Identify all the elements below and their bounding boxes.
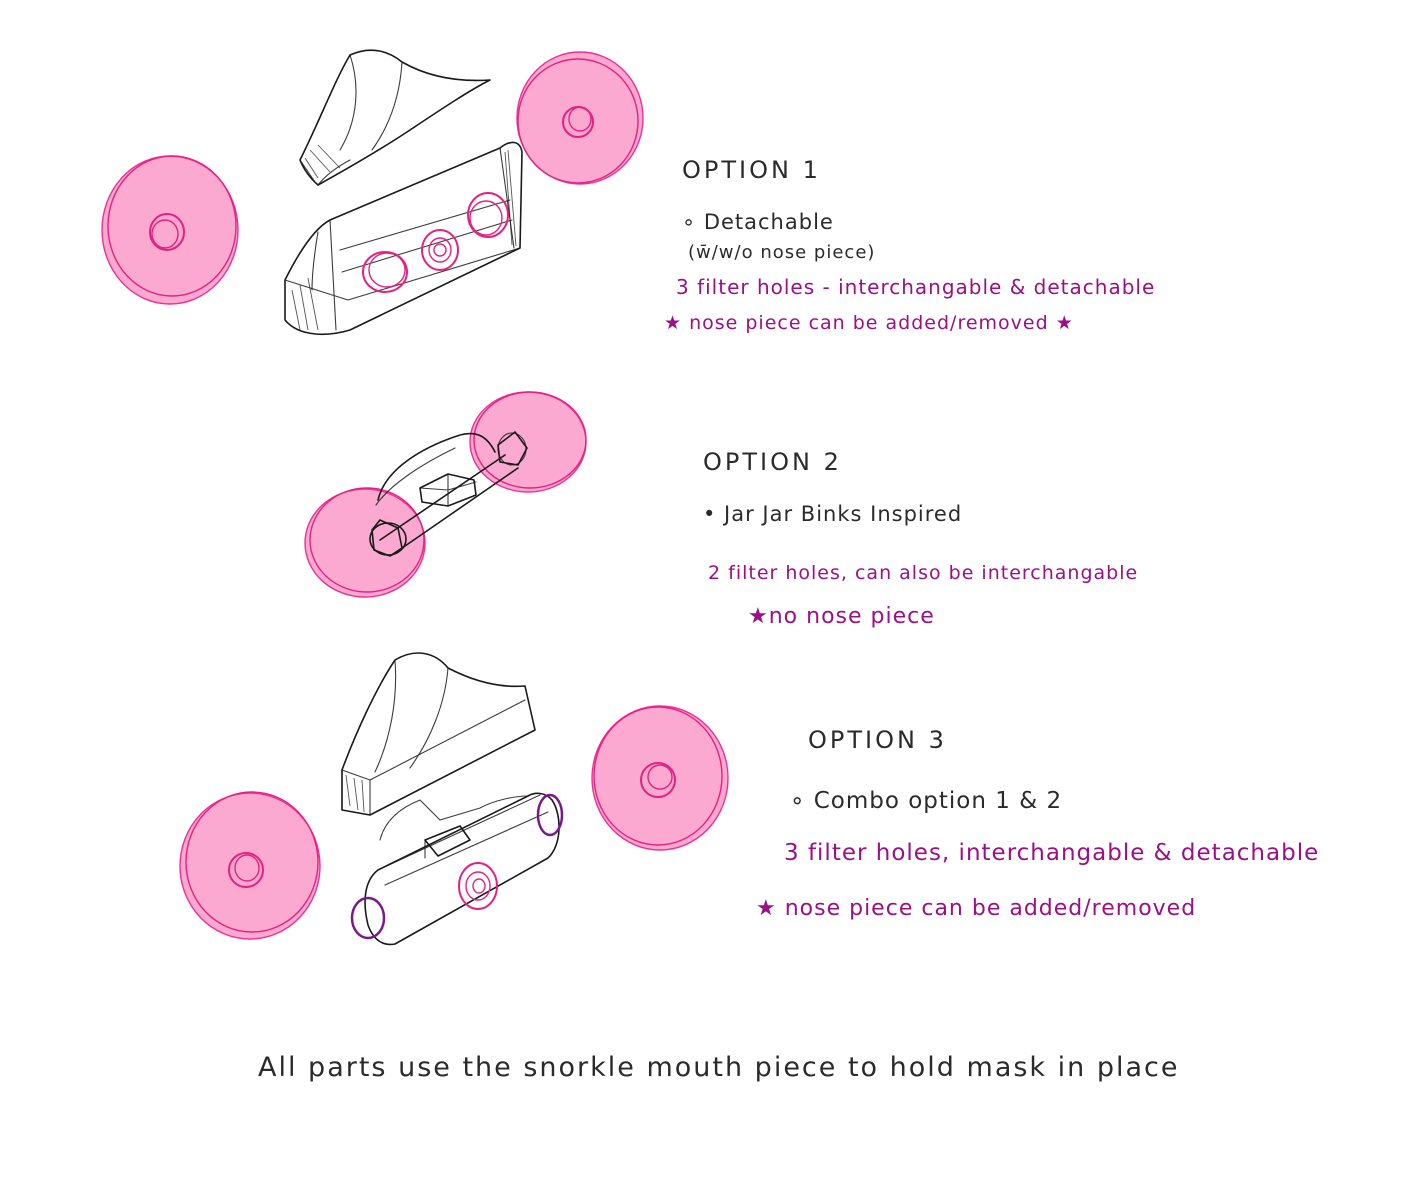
option-2-feature: • Jar Jar Binks Inspired (703, 502, 963, 526)
option-2-filters-note: 2 filter holes, can also be interchangab… (708, 562, 1139, 584)
option-1-mask-body (284, 141, 523, 336)
option-3-right-filter (591, 705, 729, 851)
option-3-nose-piece (341, 652, 536, 816)
footer-note: All parts use the snorkle mouth piece to… (258, 1052, 1180, 1083)
option-1-right-filter (516, 51, 644, 185)
option-3-left-filter (179, 791, 321, 940)
option-1-feature-detail: (w̄/w/o nose piece) (688, 242, 876, 263)
option-3-drawing (179, 652, 729, 946)
option-2-drawing (304, 391, 587, 598)
option-2-title: OPTION 2 (703, 448, 842, 476)
option-1-nose-note: ★ nose piece can be added/removed ★ (664, 312, 1074, 334)
option-3-title: OPTION 3 (808, 726, 947, 754)
option-1-filters-note: 3 filter holes - interchangable & detach… (676, 275, 1156, 299)
option-3-nose-note: ★ nose piece can be added/removed (756, 896, 1197, 921)
option-1-drawing (101, 49, 644, 336)
option-2-nose-note: ★no nose piece (748, 604, 935, 629)
option-1-feature: ∘ Detachable (682, 210, 834, 234)
option-1-title: OPTION 1 (682, 156, 821, 184)
option-3-feature: ∘ Combo option 1 & 2 (790, 788, 1063, 814)
option-1-left-filter (101, 155, 239, 305)
option-3-mask-body (350, 792, 564, 946)
option-3-filters-note: 3 filter holes, interchangable & detacha… (784, 840, 1320, 866)
option-2-left-filter (304, 487, 426, 598)
